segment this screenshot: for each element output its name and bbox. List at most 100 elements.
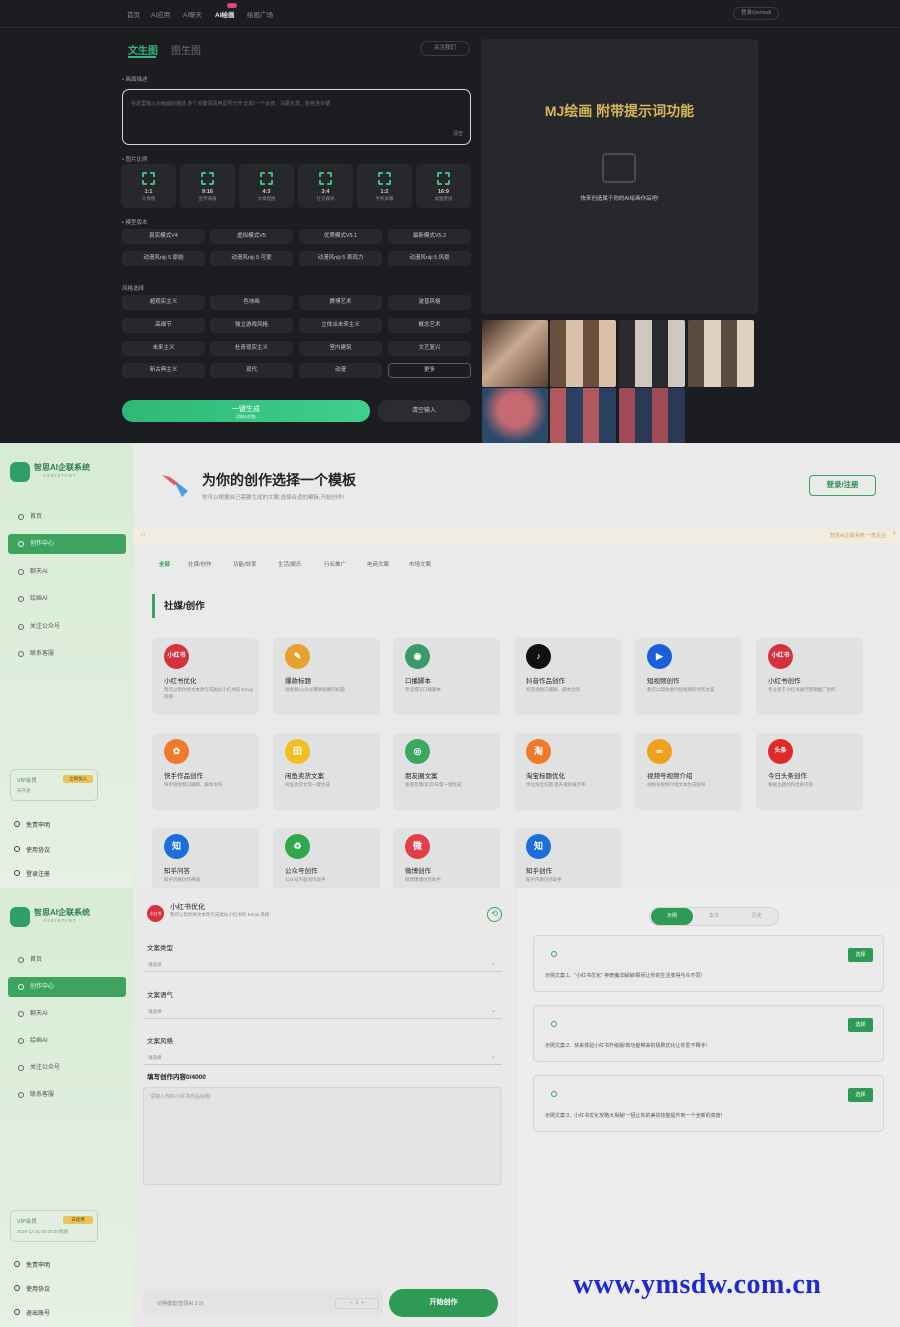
tab-efficiency[interactable]: 功能/效率 xyxy=(233,560,257,568)
vip-card[interactable]: VIP会员 去续费 2029-12-31 00:00:00到期 xyxy=(10,1210,98,1242)
segment-example[interactable]: 示例 xyxy=(651,908,693,925)
back-icon[interactable]: ⟲ xyxy=(487,907,502,922)
disclaimer-link[interactable]: 免责申明 xyxy=(14,1260,50,1269)
sidebar-item-creation[interactable]: 创作中心 xyxy=(8,977,126,997)
terms-link[interactable]: 使用协议 xyxy=(14,1284,50,1293)
copy-style-select[interactable]: 请选择 ⌄ xyxy=(143,1050,502,1065)
model-switch[interactable]: 切换模型(智思AI 3.5) − 1 + xyxy=(143,1289,383,1317)
ratio-option[interactable]: 1:1 头像图 xyxy=(121,164,176,208)
ratio-option[interactable]: 9:16 宣传海报 xyxy=(180,164,235,208)
gallery-thumbnail[interactable] xyxy=(550,320,616,387)
login-register-button[interactable]: 登录/注册 xyxy=(809,475,876,496)
clear-input-button[interactable]: 清空输入 xyxy=(377,400,471,422)
model-chip[interactable]: 虚拟模式V5 xyxy=(210,229,293,244)
template-card[interactable]: ◉ 口播脚本 专业撰写口播脚本 xyxy=(393,638,500,715)
gallery-thumbnail[interactable] xyxy=(482,320,548,387)
model-chip[interactable]: 动漫风niji 5 可爱 xyxy=(210,251,293,266)
model-chip[interactable]: 动漫风niji 5 风景 xyxy=(388,251,471,266)
logout-link[interactable]: 退出账号 xyxy=(14,1308,50,1317)
tab-industry[interactable]: 行业推广 xyxy=(324,560,346,568)
sidebar-item-drawing[interactable]: 绘画AI xyxy=(8,1031,126,1051)
vip-card[interactable]: VIP会员 立即加入 未开通 xyxy=(10,769,98,801)
style-chip[interactable]: 超现实主义 xyxy=(122,295,205,310)
style-chip[interactable]: 现代 xyxy=(210,363,293,378)
template-card[interactable]: ♪ 抖音作品创作 抖音视频口播稿、脚本创作 xyxy=(514,638,621,715)
tab-text-to-image[interactable]: 文生图 xyxy=(128,42,158,57)
tab-marketing[interactable]: 市场文案 xyxy=(409,560,431,568)
tab-ecommerce[interactable]: 电商文案 xyxy=(367,560,389,568)
more-styles-button[interactable]: 更多 xyxy=(388,363,471,378)
sidebar-item-follow[interactable]: 关注公众号 xyxy=(8,1058,126,1078)
tab-life[interactable]: 生活/娱乐 xyxy=(278,560,302,568)
sidebar-item-home[interactable]: 首页 xyxy=(8,950,126,970)
tab-social[interactable]: 社媒/创作 xyxy=(188,560,212,568)
template-card[interactable]: 头条 今日头条创作 根据主题创作优质内容 xyxy=(756,733,863,810)
model-chip[interactable]: 动漫风niji 5 原始 xyxy=(122,251,205,266)
template-card[interactable]: ◎ 朋友圈文案 发朋友圈/卖货/日常一键生成 xyxy=(393,733,500,810)
gallery-thumbnail[interactable] xyxy=(619,388,685,443)
quantity-stepper[interactable]: − 1 + xyxy=(335,1298,379,1309)
template-card[interactable]: 知知乎问答 知乎风格创作神器 xyxy=(152,828,259,888)
style-chip[interactable]: 赛博艺术 xyxy=(299,295,382,310)
sidebar-item-chat[interactable]: 聊天AI xyxy=(8,562,126,582)
template-card[interactable]: 淘淘宝标题优化 优化淘宝标题,提升搜索展示率 xyxy=(514,733,621,810)
login-register-link[interactable]: 登录注册 xyxy=(14,869,50,878)
copy-type-select[interactable]: 请选择 ⌄ xyxy=(143,957,502,972)
generate-button[interactable]: 一键生成 (消耗3次数) xyxy=(122,400,370,422)
style-chip[interactable]: 概念艺术 xyxy=(388,318,471,333)
model-chip[interactable]: 真实模式V4 xyxy=(122,229,205,244)
sidebar-item-support[interactable]: 联系客服 xyxy=(8,1085,126,1105)
prompt-clear-button[interactable]: 清空 xyxy=(453,130,463,137)
style-chip[interactable]: 未来主义 xyxy=(122,341,205,356)
tab-all[interactable]: 全部 xyxy=(159,560,170,568)
nav-home[interactable]: 首页 xyxy=(127,9,140,19)
follow-us-button[interactable]: 关注我们 xyxy=(420,41,470,56)
template-card[interactable]: 微微博创作 微博爆博创作助手 xyxy=(393,828,500,888)
nav-gallery[interactable]: 绘画广场 xyxy=(247,9,273,19)
ratio-option[interactable]: 1:2 手机屏幕 xyxy=(357,164,412,208)
template-card[interactable]: 田闲鱼卖货文案 闲鱼卖货文案一键生成 xyxy=(273,733,380,810)
model-chip[interactable]: 动漫风niji 5 表现力 xyxy=(299,251,382,266)
template-card[interactable]: ✿ 快手作品创作 快手短视频口播稿、脚本创作 xyxy=(152,733,259,810)
style-chip[interactable]: 新古典主义 xyxy=(122,363,205,378)
style-chip[interactable]: 独立游戏风格 xyxy=(210,318,293,333)
copy-tone-select[interactable]: 请选择 ⌄ xyxy=(143,1004,502,1019)
template-card[interactable]: 知知乎创作 知乎内容创作助手 xyxy=(514,828,621,888)
sidebar-item-chat[interactable]: 聊天AI xyxy=(8,1004,126,1024)
vip-renew-button[interactable]: 去续费 xyxy=(63,1216,93,1224)
sidebar-item-drawing[interactable]: 绘画AI xyxy=(8,589,126,609)
nav-ai-chat[interactable]: AI聊天 xyxy=(183,9,202,19)
ratio-option[interactable]: 16:9 桌面壁纸 xyxy=(416,164,471,208)
style-chip[interactable]: 文艺复兴 xyxy=(388,341,471,356)
ratio-option[interactable]: 3:4 社交媒体 xyxy=(298,164,353,208)
template-card[interactable]: ▶ 短视频创作 我可以帮你进行短视频的创作文案 xyxy=(635,638,742,715)
style-chip[interactable]: 高细节 xyxy=(122,318,205,333)
segment-history[interactable]: 历史 xyxy=(737,908,777,925)
template-card[interactable]: 小红书 小红书创作 专业基于小红书进行营销推广创作 xyxy=(756,638,863,715)
select-button[interactable]: 选择 xyxy=(848,948,873,962)
template-card[interactable]: ∞ 视频号视频介绍 视频号视频介绍文本生成指导 xyxy=(635,733,742,810)
model-chip[interactable]: 优质模式V5.1 xyxy=(299,229,382,244)
segment-current[interactable]: 本次 xyxy=(694,908,734,925)
start-creation-button[interactable]: 开始创作 xyxy=(389,1289,498,1317)
terms-link[interactable]: 使用协议 xyxy=(14,845,50,854)
vip-join-button[interactable]: 立即加入 xyxy=(63,775,93,783)
template-card[interactable]: ♻ 公众号创作 公众号内容创作助手 xyxy=(273,828,380,888)
style-chip[interactable]: 色块画 xyxy=(210,295,293,310)
style-chip[interactable]: 室内建筑 xyxy=(299,341,382,356)
style-chip[interactable]: 动漫 xyxy=(299,363,382,378)
gallery-thumbnail[interactable] xyxy=(619,320,685,387)
tab-image-to-image[interactable]: 图生图 xyxy=(171,42,201,57)
gallery-thumbnail[interactable] xyxy=(482,388,548,443)
user-login-pill[interactable]: 登录/yemsdl xyxy=(733,7,779,20)
ratio-option[interactable]: 4:3 文章配图 xyxy=(239,164,294,208)
content-textarea[interactable]: 请输入你的小红书作品标题 xyxy=(143,1087,502,1185)
style-chip[interactable]: 波普风格 xyxy=(388,295,471,310)
gallery-thumbnail[interactable] xyxy=(688,320,754,387)
select-button[interactable]: 选择 xyxy=(848,1088,873,1102)
select-button[interactable]: 选择 xyxy=(848,1018,873,1032)
model-chip[interactable]: 最新模式V5.2 xyxy=(388,229,471,244)
sidebar-item-creation[interactable]: 创作中心 xyxy=(8,534,126,554)
sidebar-item-support[interactable]: 联系客服 xyxy=(8,644,126,664)
sidebar-item-home[interactable]: 首页 xyxy=(8,507,126,527)
